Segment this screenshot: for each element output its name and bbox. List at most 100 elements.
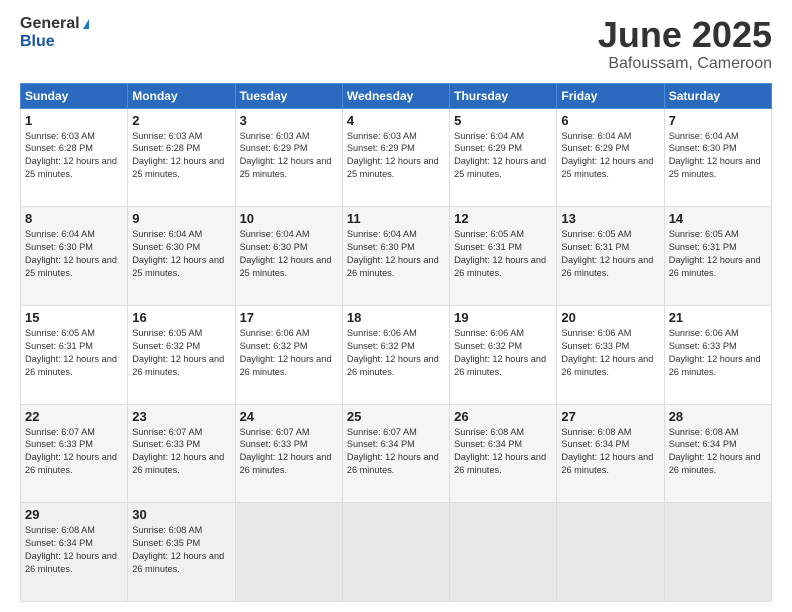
day-number: 10	[240, 211, 338, 226]
cell-details: Sunrise: 6:04 AM Sunset: 6:30 PM Dayligh…	[25, 228, 123, 280]
logo: General Blue	[20, 15, 89, 50]
calendar-cell: 26 Sunrise: 6:08 AM Sunset: 6:34 PM Dayli…	[450, 404, 557, 503]
calendar-cell: 17 Sunrise: 6:06 AM Sunset: 6:32 PM Dayli…	[235, 305, 342, 404]
cell-details: Sunrise: 6:05 AM Sunset: 6:32 PM Dayligh…	[132, 327, 230, 379]
cell-details: Sunrise: 6:08 AM Sunset: 6:34 PM Dayligh…	[454, 426, 552, 478]
cell-details: Sunrise: 6:07 AM Sunset: 6:33 PM Dayligh…	[240, 426, 338, 478]
week-row-2: 8 Sunrise: 6:04 AM Sunset: 6:30 PM Daylig…	[21, 207, 772, 306]
day-number: 30	[132, 507, 230, 522]
cell-details: Sunrise: 6:07 AM Sunset: 6:33 PM Dayligh…	[132, 426, 230, 478]
calendar-cell: 1 Sunrise: 6:03 AM Sunset: 6:28 PM Daylig…	[21, 108, 128, 207]
cell-details: Sunrise: 6:03 AM Sunset: 6:29 PM Dayligh…	[240, 130, 338, 182]
calendar-cell	[342, 503, 449, 602]
day-number: 8	[25, 211, 123, 226]
cell-details: Sunrise: 6:08 AM Sunset: 6:34 PM Dayligh…	[561, 426, 659, 478]
day-number: 21	[669, 310, 767, 325]
day-number: 26	[454, 409, 552, 424]
calendar-cell: 12 Sunrise: 6:05 AM Sunset: 6:31 PM Dayli…	[450, 207, 557, 306]
day-number: 15	[25, 310, 123, 325]
cell-details: Sunrise: 6:03 AM Sunset: 6:29 PM Dayligh…	[347, 130, 445, 182]
day-number: 12	[454, 211, 552, 226]
cell-details: Sunrise: 6:03 AM Sunset: 6:28 PM Dayligh…	[25, 130, 123, 182]
day-number: 20	[561, 310, 659, 325]
month-title: June 2025	[598, 15, 772, 55]
day-number: 17	[240, 310, 338, 325]
day-number: 18	[347, 310, 445, 325]
day-number: 3	[240, 113, 338, 128]
col-saturday: Saturday	[664, 83, 771, 108]
cell-details: Sunrise: 6:03 AM Sunset: 6:28 PM Dayligh…	[132, 130, 230, 182]
col-sunday: Sunday	[21, 83, 128, 108]
location-subtitle: Bafoussam, Cameroon	[598, 55, 772, 73]
calendar-cell: 8 Sunrise: 6:04 AM Sunset: 6:30 PM Daylig…	[21, 207, 128, 306]
calendar-table: Sunday Monday Tuesday Wednesday Thursday…	[20, 83, 772, 602]
calendar-cell: 25 Sunrise: 6:07 AM Sunset: 6:34 PM Dayli…	[342, 404, 449, 503]
calendar-cell	[235, 503, 342, 602]
calendar-cell: 24 Sunrise: 6:07 AM Sunset: 6:33 PM Dayli…	[235, 404, 342, 503]
cell-details: Sunrise: 6:06 AM Sunset: 6:32 PM Dayligh…	[240, 327, 338, 379]
week-row-4: 22Sunrise: 6:07 AM Sunset: 6:33 PM Dayli…	[21, 404, 772, 503]
cell-details: Sunrise: 6:05 AM Sunset: 6:31 PM Dayligh…	[561, 228, 659, 280]
cell-details: Sunrise: 6:05 AM Sunset: 6:31 PM Dayligh…	[454, 228, 552, 280]
col-thursday: Thursday	[450, 83, 557, 108]
day-number: 25	[347, 409, 445, 424]
calendar-cell: 23 Sunrise: 6:07 AM Sunset: 6:33 PM Dayli…	[128, 404, 235, 503]
calendar-cell: 22Sunrise: 6:07 AM Sunset: 6:33 PM Dayli…	[21, 404, 128, 503]
calendar-cell: 28Sunrise: 6:08 AM Sunset: 6:34 PM Dayli…	[664, 404, 771, 503]
logo-blue: Blue	[20, 33, 89, 51]
week-row-3: 15 Sunrise: 6:05 AM Sunset: 6:31 PM Dayli…	[21, 305, 772, 404]
calendar-cell: 3 Sunrise: 6:03 AM Sunset: 6:29 PM Daylig…	[235, 108, 342, 207]
cell-details: Sunrise: 6:05 AM Sunset: 6:31 PM Dayligh…	[25, 327, 123, 379]
col-friday: Friday	[557, 83, 664, 108]
cell-details: Sunrise: 6:06 AM Sunset: 6:32 PM Dayligh…	[454, 327, 552, 379]
cell-details: Sunrise: 6:04 AM Sunset: 6:29 PM Dayligh…	[454, 130, 552, 182]
cell-details: Sunrise: 6:06 AM Sunset: 6:33 PM Dayligh…	[669, 327, 767, 379]
calendar-cell: 13 Sunrise: 6:05 AM Sunset: 6:31 PM Dayli…	[557, 207, 664, 306]
calendar-cell	[664, 503, 771, 602]
cell-details: Sunrise: 6:07 AM Sunset: 6:34 PM Dayligh…	[347, 426, 445, 478]
calendar-cell: 16 Sunrise: 6:05 AM Sunset: 6:32 PM Dayli…	[128, 305, 235, 404]
week-row-1: 1 Sunrise: 6:03 AM Sunset: 6:28 PM Daylig…	[21, 108, 772, 207]
day-number: 23	[132, 409, 230, 424]
cell-details: Sunrise: 6:07 AM Sunset: 6:33 PM Dayligh…	[25, 426, 123, 478]
calendar-cell: 4 Sunrise: 6:03 AM Sunset: 6:29 PM Daylig…	[342, 108, 449, 207]
cell-details: Sunrise: 6:04 AM Sunset: 6:30 PM Dayligh…	[669, 130, 767, 182]
day-number: 28	[669, 409, 767, 424]
calendar-header-row: Sunday Monday Tuesday Wednesday Thursday…	[21, 83, 772, 108]
day-number: 19	[454, 310, 552, 325]
calendar-cell: 19 Sunrise: 6:06 AM Sunset: 6:32 PM Dayli…	[450, 305, 557, 404]
col-tuesday: Tuesday	[235, 83, 342, 108]
page: General Blue June 2025 Bafoussam, Camero…	[0, 0, 792, 612]
day-number: 11	[347, 211, 445, 226]
calendar-cell: 7Sunrise: 6:04 AM Sunset: 6:30 PM Daylig…	[664, 108, 771, 207]
cell-details: Sunrise: 6:06 AM Sunset: 6:33 PM Dayligh…	[561, 327, 659, 379]
calendar-cell: 9 Sunrise: 6:04 AM Sunset: 6:30 PM Daylig…	[128, 207, 235, 306]
title-area: June 2025 Bafoussam, Cameroon	[598, 15, 772, 73]
day-number: 27	[561, 409, 659, 424]
calendar-cell	[557, 503, 664, 602]
calendar-cell: 15 Sunrise: 6:05 AM Sunset: 6:31 PM Dayli…	[21, 305, 128, 404]
cell-details: Sunrise: 6:05 AM Sunset: 6:31 PM Dayligh…	[669, 228, 767, 280]
calendar-cell: 20 Sunrise: 6:06 AM Sunset: 6:33 PM Dayli…	[557, 305, 664, 404]
calendar-cell: 10 Sunrise: 6:04 AM Sunset: 6:30 PM Dayli…	[235, 207, 342, 306]
day-number: 1	[25, 113, 123, 128]
calendar-cell: 29Sunrise: 6:08 AM Sunset: 6:34 PM Dayli…	[21, 503, 128, 602]
col-wednesday: Wednesday	[342, 83, 449, 108]
day-number: 14	[669, 211, 767, 226]
calendar-cell: 30Sunrise: 6:08 AM Sunset: 6:35 PM Dayli…	[128, 503, 235, 602]
day-number: 6	[561, 113, 659, 128]
header: General Blue June 2025 Bafoussam, Camero…	[20, 15, 772, 73]
cell-details: Sunrise: 6:06 AM Sunset: 6:32 PM Dayligh…	[347, 327, 445, 379]
calendar-cell	[450, 503, 557, 602]
cell-details: Sunrise: 6:04 AM Sunset: 6:30 PM Dayligh…	[347, 228, 445, 280]
cell-details: Sunrise: 6:04 AM Sunset: 6:30 PM Dayligh…	[240, 228, 338, 280]
day-number: 29	[25, 507, 123, 522]
cell-details: Sunrise: 6:04 AM Sunset: 6:30 PM Dayligh…	[132, 228, 230, 280]
day-number: 13	[561, 211, 659, 226]
day-number: 4	[347, 113, 445, 128]
day-number: 24	[240, 409, 338, 424]
day-number: 16	[132, 310, 230, 325]
day-number: 9	[132, 211, 230, 226]
col-monday: Monday	[128, 83, 235, 108]
calendar-cell: 11 Sunrise: 6:04 AM Sunset: 6:30 PM Dayli…	[342, 207, 449, 306]
